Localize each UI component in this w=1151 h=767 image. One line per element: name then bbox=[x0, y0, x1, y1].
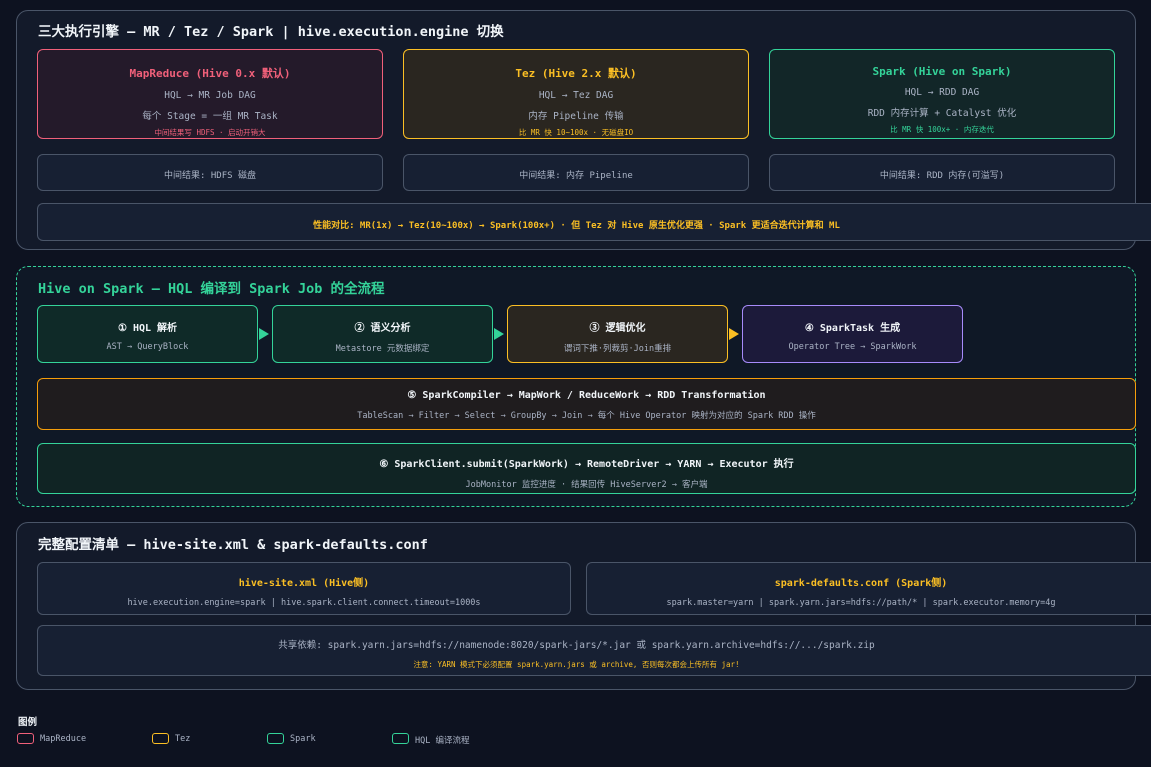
step-hql-parse: ① HQL 解析 AST → QueryBlock bbox=[37, 305, 258, 363]
hive-site-title: hive-site.xml (Hive侧) bbox=[238, 578, 370, 589]
step-spark-client-submit-title: ⑥ SparkClient.submit(SparkWork) → Remote… bbox=[379, 459, 794, 470]
step-spark-compiler-sub: TableScan → Filter → Select → GroupBy → … bbox=[357, 411, 816, 421]
legend-swatch-tez bbox=[152, 733, 169, 744]
engine-title-tez: Tez (Hive 2.x 默认) bbox=[515, 67, 637, 80]
legend-swatch-hql-compile bbox=[392, 733, 409, 744]
intermediate-mapreduce-label: 中间结果: HDFS 磁盘 bbox=[164, 171, 256, 181]
config-title: 完整配置清单 — hive-site.xml & spark-defaults.… bbox=[38, 537, 428, 553]
step-semantic-analysis: ② 语义分析 Metastore 元数据绑定 bbox=[272, 305, 493, 363]
engine-card-spark: Spark (Hive on Spark) HQL → RDD DAG RDD … bbox=[769, 49, 1115, 139]
step-sparktask-generation: ④ SparkTask 生成 Operator Tree → SparkWork bbox=[742, 305, 963, 363]
step-logical-optimization: ③ 逻辑优化 谓词下推·列裁剪·Join重排 bbox=[507, 305, 728, 363]
engine-title-mapreduce: MapReduce (Hive 0.x 默认) bbox=[129, 67, 291, 80]
yarn-warning: 注意: YARN 模式下必须配置 spark.yarn.jars 或 archi… bbox=[413, 660, 740, 669]
engine-line1-mapreduce: HQL → MR Job DAG bbox=[164, 90, 256, 101]
engine-line2-spark: RDD 内存计算 + Catalyst 优化 bbox=[867, 108, 1017, 119]
legend-title: 图例 bbox=[18, 717, 38, 728]
spark-defaults-body: spark.master=yarn | spark.yarn.jars=hdfs… bbox=[666, 598, 1056, 608]
legend-label-mapreduce: MapReduce bbox=[40, 734, 87, 744]
legend-swatch-mapreduce bbox=[17, 733, 34, 744]
legend-label-tez: Tez bbox=[175, 734, 191, 744]
arrow-2-3 bbox=[494, 328, 504, 340]
engine-note-spark: 比 MR 快 100x+ · 内存迭代 bbox=[890, 125, 994, 134]
engine-title-spark: Spark (Hive on Spark) bbox=[872, 65, 1012, 78]
performance-comparison: 性能对比: MR(1x) → Tez(10~100x) → Spark(100x… bbox=[37, 203, 1151, 241]
arrow-3-4 bbox=[729, 328, 739, 340]
step-logical-optimization-title: ③ 逻辑优化 bbox=[589, 323, 646, 334]
step-spark-client-submit: ⑥ SparkClient.submit(SparkWork) → Remote… bbox=[37, 443, 1136, 494]
step-logical-optimization-sub: 谓词下推·列裁剪·Join重排 bbox=[563, 344, 672, 354]
engine-line1-tez: HQL → Tez DAG bbox=[538, 90, 614, 101]
legend-label-hql-compile: HQL 编译流程 bbox=[415, 736, 470, 746]
performance-text: 性能对比: MR(1x) → Tez(10~100x) → Spark(100x… bbox=[313, 221, 840, 231]
hive-site-body: hive.execution.engine=spark | hive.spark… bbox=[127, 598, 481, 608]
intermediate-mapreduce: 中间结果: HDFS 磁盘 bbox=[37, 154, 383, 191]
step-semantic-analysis-title: ② 语义分析 bbox=[354, 323, 411, 334]
step-semantic-analysis-sub: Metastore 元数据绑定 bbox=[335, 344, 430, 354]
intermediate-spark-label: 中间结果: RDD 内存(可溢写) bbox=[879, 171, 1005, 181]
hive-site-config: hive-site.xml (Hive侧) hive.execution.eng… bbox=[37, 562, 571, 615]
engines-title: 三大执行引擎 — MR / Tez / Spark | hive.executi… bbox=[38, 24, 504, 40]
intermediate-tez: 中间结果: 内存 Pipeline bbox=[403, 154, 749, 191]
engine-line2-mapreduce: 每个 Stage = 一组 MR Task bbox=[142, 111, 278, 122]
step-spark-compiler: ⑤ SparkCompiler → MapWork / ReduceWork →… bbox=[37, 378, 1136, 430]
step-spark-compiler-title: ⑤ SparkCompiler → MapWork / ReduceWork →… bbox=[407, 390, 766, 401]
step-hql-parse-title: ① HQL 解析 bbox=[117, 323, 178, 334]
legend-swatch-spark bbox=[267, 733, 284, 744]
step-sparktask-generation-sub: Operator Tree → SparkWork bbox=[788, 342, 917, 352]
engine-note-mapreduce: 中间结果写 HDFS · 启动开销大 bbox=[154, 128, 266, 137]
hive-on-spark-title: Hive on Spark — HQL 编译到 Spark Job 的全流程 bbox=[38, 281, 385, 297]
shared-dependencies-text: 共享依赖: spark.yarn.jars=hdfs://namenode:80… bbox=[278, 640, 875, 651]
engine-note-tez: 比 MR 快 10~100x · 无磁盘IO bbox=[518, 128, 634, 137]
spark-defaults-config: spark-defaults.conf (Spark侧) spark.maste… bbox=[586, 562, 1151, 615]
intermediate-spark: 中间结果: RDD 内存(可溢写) bbox=[769, 154, 1115, 191]
spark-defaults-title: spark-defaults.conf (Spark侧) bbox=[774, 578, 948, 589]
legend-label-spark: Spark bbox=[290, 734, 316, 744]
step-sparktask-generation-title: ④ SparkTask 生成 bbox=[804, 323, 901, 334]
engine-line1-spark: HQL → RDD DAG bbox=[904, 87, 980, 98]
engine-card-tez: Tez (Hive 2.x 默认) HQL → Tez DAG 内存 Pipel… bbox=[403, 49, 749, 139]
step-spark-client-submit-sub: JobMonitor 监控进度 · 结果回传 HiveServer2 → 客户端 bbox=[465, 480, 708, 490]
engine-line2-tez: 内存 Pipeline 传输 bbox=[528, 111, 624, 122]
step-hql-parse-sub: AST → QueryBlock bbox=[106, 342, 189, 352]
intermediate-tez-label: 中间结果: 内存 Pipeline bbox=[519, 171, 633, 181]
engine-card-mapreduce: MapReduce (Hive 0.x 默认) HQL → MR Job DAG… bbox=[37, 49, 383, 139]
shared-dependencies: 共享依赖: spark.yarn.jars=hdfs://namenode:80… bbox=[37, 625, 1151, 676]
arrow-1-2 bbox=[259, 328, 269, 340]
